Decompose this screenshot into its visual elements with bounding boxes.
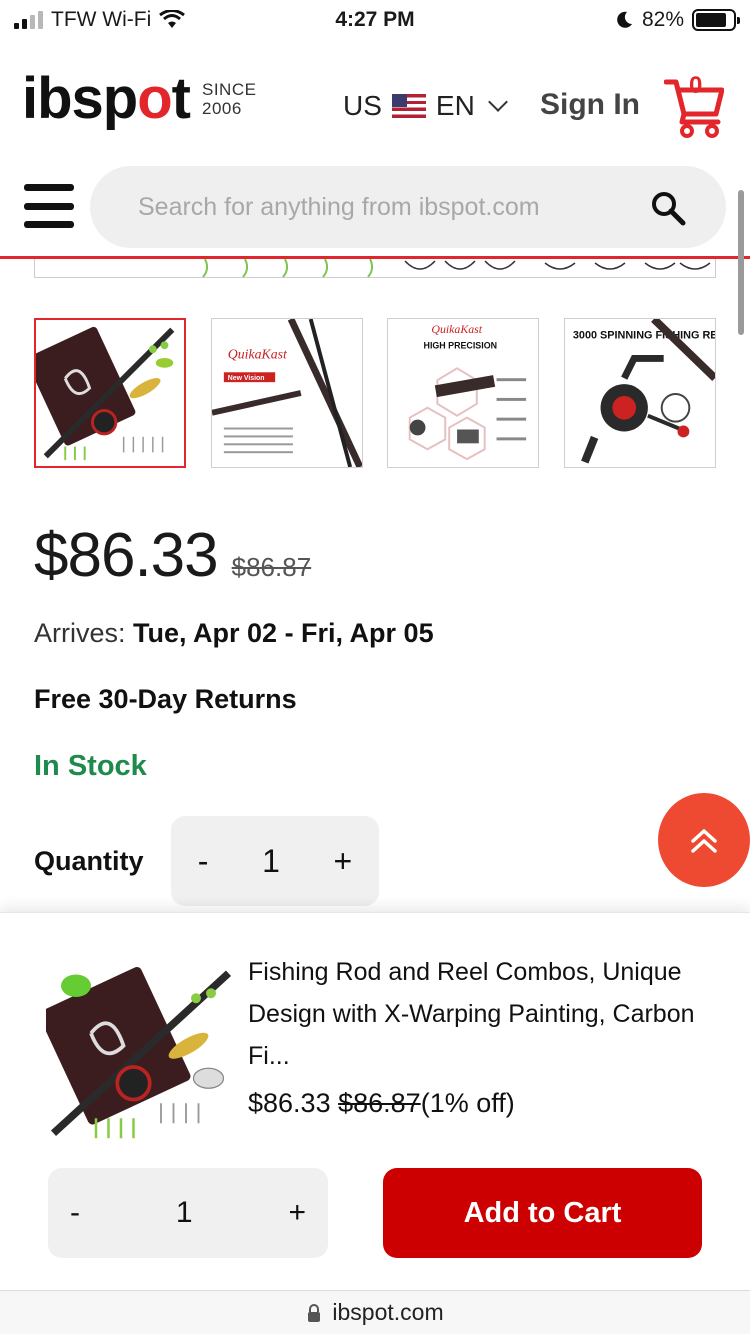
- page-scrollbar[interactable]: [738, 190, 744, 335]
- hamburger-menu-button[interactable]: [24, 184, 74, 228]
- sign-in-link[interactable]: Sign In: [540, 88, 640, 122]
- svg-text:QuikaKast: QuikaKast: [431, 322, 482, 336]
- ibspot-logo[interactable]: ibspot SINCE 2006: [22, 70, 256, 128]
- arrives-label: Arrives:: [34, 618, 126, 648]
- panel-current-price: $86.33: [248, 1088, 331, 1118]
- spinning-reel-label: 3000 SPINNING FISHING REEL: [573, 330, 715, 342]
- thumb-high-precision[interactable]: QuikaKast HIGH PRECISION: [387, 318, 539, 468]
- status-bar: TFW Wi-Fi 4:27 PM 82%: [0, 0, 750, 40]
- thumb-combo-kit[interactable]: [34, 318, 186, 468]
- panel-increase-quantity-button[interactable]: +: [288, 1196, 306, 1230]
- original-price: $86.87: [231, 552, 312, 582]
- battery-percent: 82%: [641, 8, 684, 31]
- moon-icon: [617, 11, 632, 28]
- site-header: ibspot SINCE 2006 US EN Sign In 0: [0, 60, 750, 150]
- panel-combo-kit-image: [39, 966, 232, 1139]
- arrives-dates: Tue, Apr 02 - Fri, Apr 05: [133, 618, 434, 648]
- browser-url-bar[interactable]: ibspot.com: [0, 1290, 750, 1334]
- main-product-image[interactable]: [34, 259, 716, 278]
- panel-product-title[interactable]: Fishing Rod and Reel Combos, Unique Desi…: [248, 951, 708, 1077]
- carrier-label: TFW Wi-Fi: [51, 8, 152, 31]
- menu-bar-icon: [24, 184, 74, 191]
- status-left: TFW Wi-Fi: [14, 8, 186, 32]
- thumb-new-vision[interactable]: QuikaKast New Vision: [211, 318, 363, 468]
- language-code: EN: [435, 90, 475, 121]
- returns-policy: Free 30-Day Returns: [34, 684, 297, 714]
- spinning-reel-image: 3000 SPINNING FISHING REEL: [573, 319, 715, 464]
- new-vision-image: QuikaKast New Vision: [212, 319, 362, 467]
- scroll-to-top-button[interactable]: [658, 793, 750, 887]
- cart-count-badge: 0: [689, 72, 703, 99]
- double-chevron-up-icon: [691, 829, 717, 853]
- chevron-down-icon: [487, 92, 508, 112]
- wifi-icon: [159, 10, 186, 28]
- logo-since: SINCE 2006: [202, 80, 256, 118]
- price-row: $86.33 $86.87: [34, 520, 311, 591]
- battery-icon: [692, 9, 740, 31]
- svg-text:QuikaKast: QuikaKast: [228, 346, 288, 361]
- locale-selector[interactable]: US EN: [343, 90, 508, 122]
- menu-bar-icon: [24, 202, 74, 210]
- panel-quantity-value[interactable]: 1: [176, 1196, 193, 1230]
- search-bar: [90, 166, 726, 248]
- panel-discount: (1% off): [420, 1088, 515, 1118]
- cart-button[interactable]: 0: [663, 72, 725, 138]
- menu-bar-icon: [24, 221, 74, 228]
- combo-kit-image: [36, 326, 175, 461]
- decrease-quantity-button[interactable]: -: [190, 843, 217, 880]
- battery-fill: [696, 13, 726, 27]
- search-icon[interactable]: [650, 190, 686, 226]
- panel-decrease-quantity-button[interactable]: -: [70, 1196, 80, 1230]
- panel-product-image[interactable]: [39, 957, 236, 1147]
- status-right: 82%: [614, 8, 740, 32]
- delivery-estimate: Arrives: Tue, Apr 02 - Fri, Apr 05: [34, 618, 434, 649]
- since-label: SINCE: [202, 80, 257, 99]
- url-domain: ibspot.com: [332, 1299, 444, 1325]
- stock-status: In Stock: [34, 750, 147, 782]
- panel-quantity-stepper: - 1 +: [48, 1168, 328, 1258]
- increase-quantity-button[interactable]: +: [325, 843, 360, 880]
- search-input[interactable]: [138, 186, 618, 228]
- since-year: 2006: [202, 99, 242, 118]
- main-image-fragment: [202, 259, 711, 277]
- lock-icon: [308, 1303, 321, 1322]
- high-precision-label: HIGH PRECISION: [424, 341, 497, 351]
- panel-original-price: $86.87: [338, 1088, 421, 1118]
- quantity-stepper: - 1 +: [171, 816, 379, 906]
- cell-signal-icon: [14, 11, 43, 29]
- thumb-spinning-reel[interactable]: 3000 SPINNING FISHING REEL: [564, 318, 716, 468]
- country-code: US: [343, 90, 382, 121]
- sticky-add-to-cart-panel: Fishing Rod and Reel Combos, Unique Desi…: [0, 912, 750, 1290]
- quantity-label: Quantity: [34, 846, 144, 876]
- logo-wordmark: ibspot: [22, 66, 191, 131]
- panel-price-row: $86.33 $86.87(1% off): [248, 1088, 515, 1119]
- high-precision-image: QuikaKast HIGH PRECISION: [408, 322, 527, 461]
- new-vision-label: New Vision: [228, 375, 265, 382]
- current-price: $86.33: [34, 521, 219, 590]
- us-flag-icon: [391, 94, 426, 118]
- quantity-value[interactable]: 1: [254, 843, 288, 880]
- thumbnail-strip: QuikaKast New Vision QuikaKast HIGH PREC…: [34, 318, 716, 468]
- add-to-cart-button[interactable]: Add to Cart: [383, 1168, 702, 1258]
